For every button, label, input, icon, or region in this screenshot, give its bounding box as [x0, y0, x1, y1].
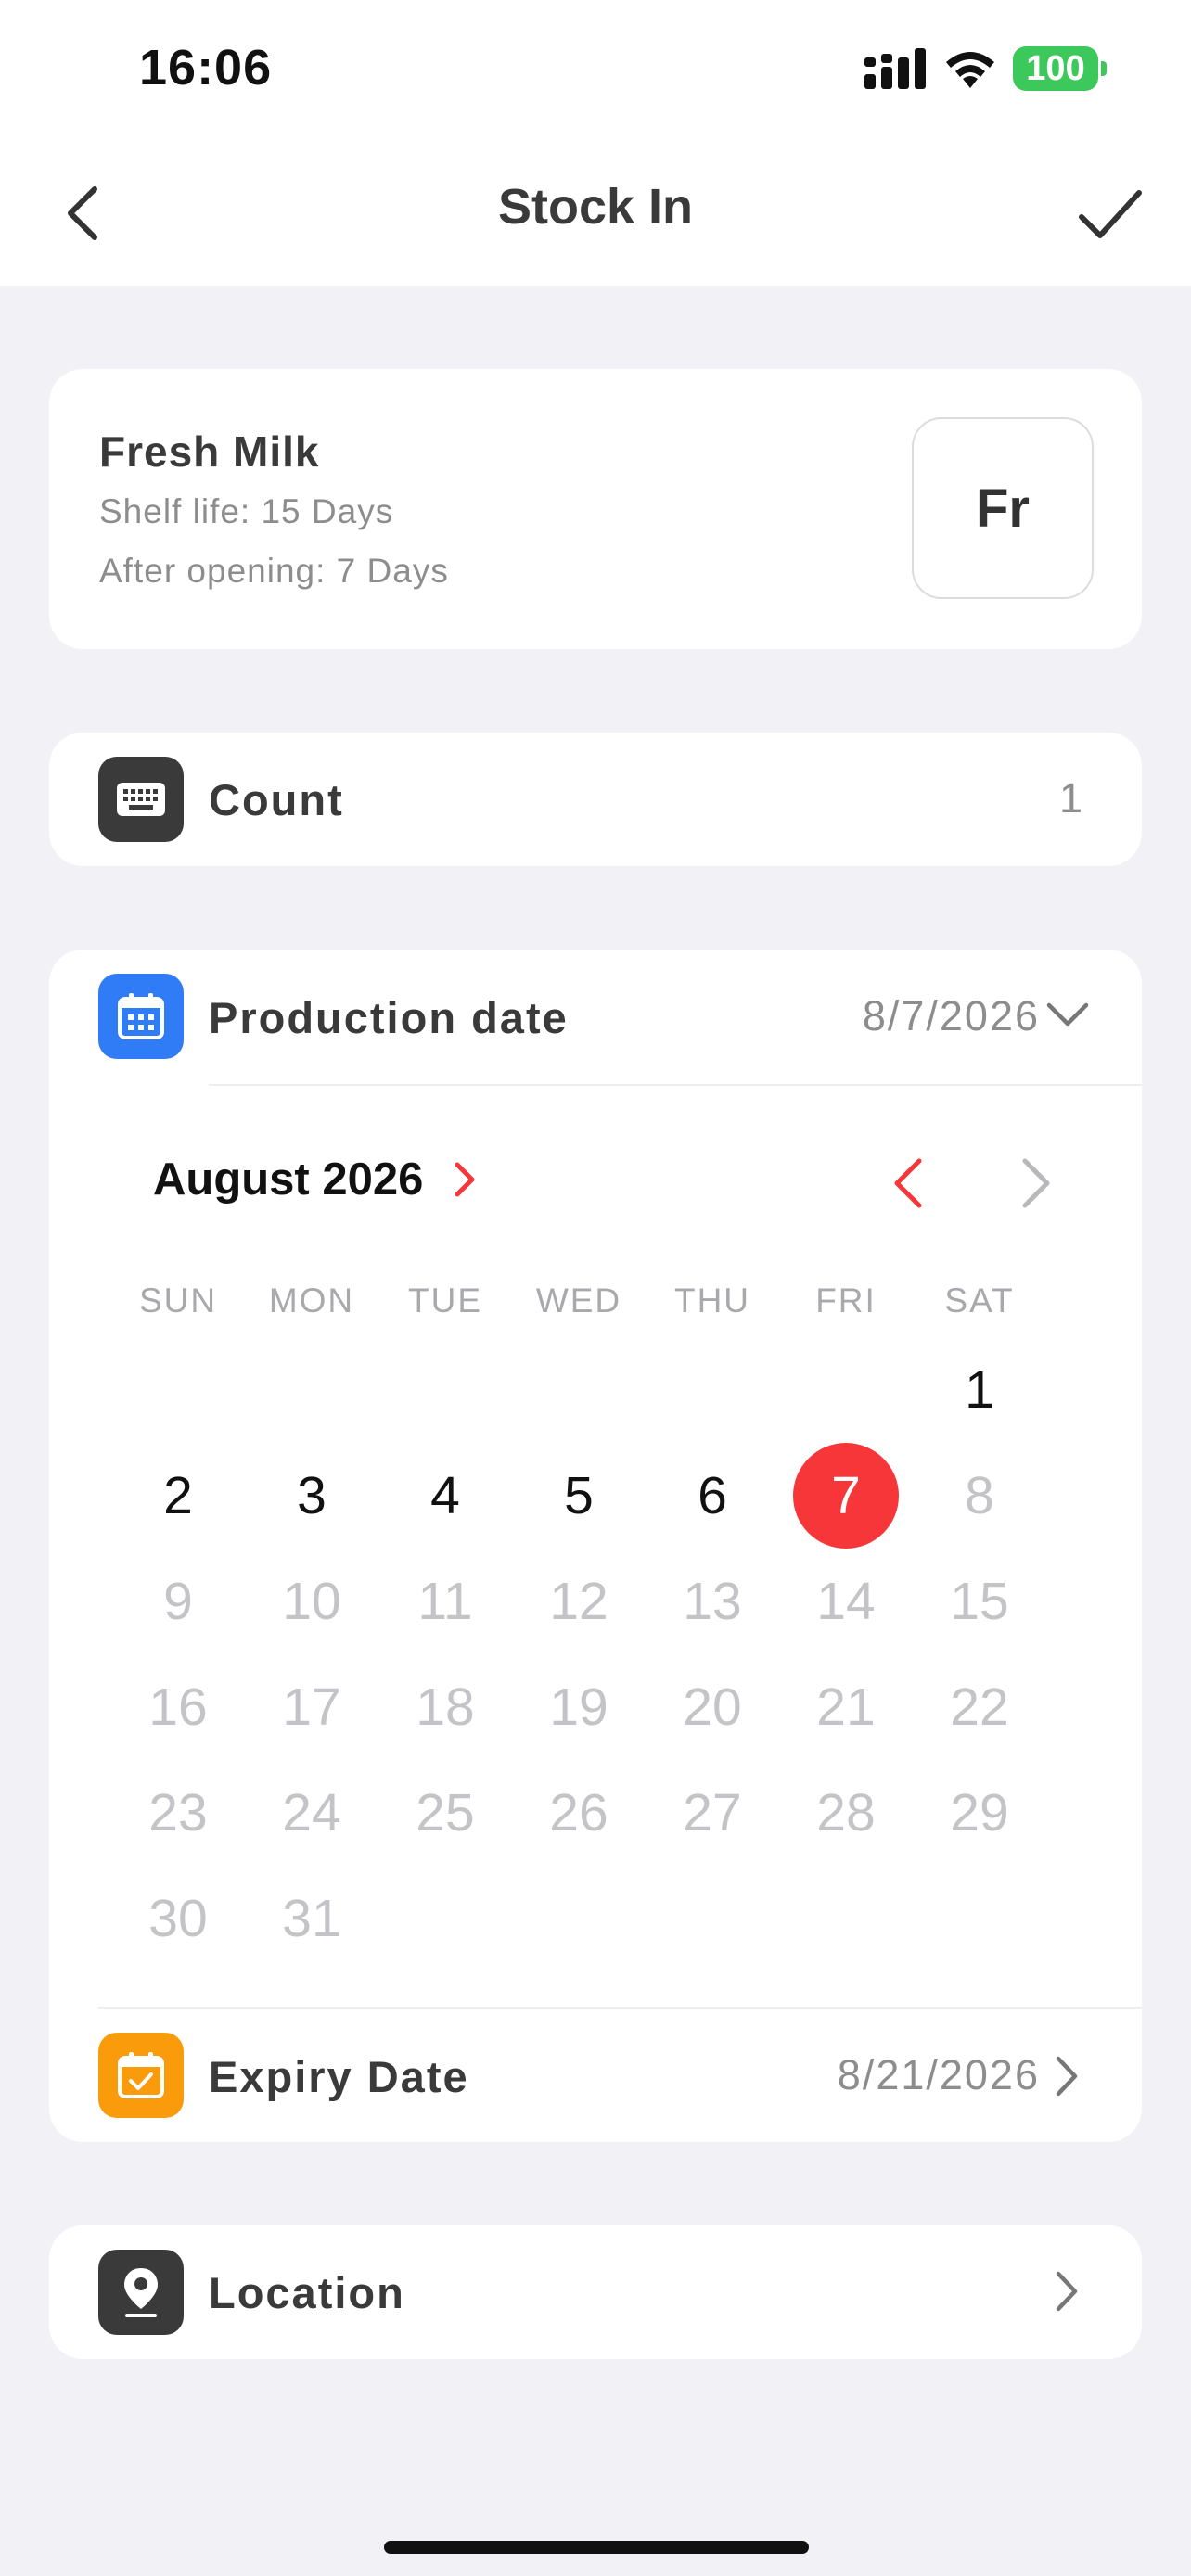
- calendar-empty-cell: [646, 1337, 779, 1443]
- calendar-day[interactable]: 3: [245, 1443, 378, 1549]
- calendar-month-label[interactable]: August 2026: [153, 1154, 423, 1205]
- battery-indicator: 100: [1013, 46, 1107, 91]
- calendar-day[interactable]: 1: [913, 1337, 1046, 1443]
- calendar-day: 23: [148, 1783, 208, 1843]
- calendar-day: 27: [683, 1783, 742, 1843]
- calendar-day: 15: [950, 1572, 1009, 1631]
- count-row[interactable]: Count 1: [49, 733, 1142, 866]
- count-label: Count: [209, 775, 344, 824]
- product-after-opening: After opening: 7 Days: [99, 552, 449, 590]
- weekday-label: SUN: [138, 1282, 218, 1320]
- calendar-day: 28: [816, 1783, 876, 1843]
- count-value[interactable]: 1: [1059, 774, 1084, 823]
- calendar-day[interactable]: 5: [512, 1443, 646, 1549]
- calendar-day: 11: [417, 1572, 473, 1631]
- previous-month-button[interactable]: [884, 1155, 930, 1211]
- location-pin-icon: [98, 2250, 184, 2335]
- keyboard-icon: [98, 757, 184, 842]
- calendar-day: 29: [950, 1783, 1009, 1843]
- divider: [209, 1084, 1142, 1086]
- page-title: Stock In: [497, 179, 694, 235]
- production-date-value[interactable]: 8/7/2026: [863, 992, 1040, 1040]
- calendar-empty-cell: [245, 1337, 378, 1443]
- calendar-day[interactable]: 2: [111, 1443, 245, 1549]
- wifi-icon: [946, 52, 994, 88]
- calendar-icon: [98, 974, 184, 1059]
- date-card: Production date 8/7/2026 August 2026 SUN…: [49, 950, 1142, 2142]
- calendar-day: 24: [282, 1783, 341, 1843]
- calendar-day[interactable]: 4: [378, 1443, 512, 1549]
- calendar-empty-cell: [779, 1337, 913, 1443]
- calendar-empty-cell: [512, 1337, 646, 1443]
- calendar-day: 22: [950, 1677, 1009, 1737]
- location-label: Location: [209, 2268, 405, 2317]
- calendar-day-selected[interactable]: 7: [779, 1443, 913, 1549]
- navigation-bar: Stock In: [0, 139, 1191, 286]
- calendar-day: 10: [282, 1572, 341, 1631]
- weekday-label: MON: [268, 1282, 355, 1320]
- home-indicator: [384, 2541, 809, 2554]
- calendar-day: 30: [148, 1889, 208, 1948]
- weekday-label: THU: [673, 1282, 751, 1320]
- calendar-day[interactable]: 6: [646, 1443, 779, 1549]
- product-name: Fresh Milk: [99, 427, 320, 476]
- calendar-day: 16: [148, 1677, 208, 1737]
- calendar-day: 25: [416, 1783, 475, 1843]
- calendar-day: 26: [549, 1783, 608, 1843]
- weekday-label: WED: [535, 1282, 622, 1320]
- calendar-day: 8: [965, 1466, 994, 1525]
- chevron-right-icon[interactable]: [1053, 2268, 1081, 2315]
- chevron-down-icon[interactable]: [1042, 996, 1094, 1033]
- product-card: Fresh Milk Shelf life: 15 Days After ope…: [49, 369, 1142, 649]
- calendar-empty-cell: [378, 1337, 512, 1443]
- chevron-right-icon[interactable]: [450, 1159, 478, 1200]
- weekday-label: SAT: [944, 1282, 1015, 1320]
- status-bar: 16:06 100: [0, 0, 1191, 139]
- next-month-button[interactable]: [1014, 1155, 1060, 1211]
- expiry-date-label: Expiry Date: [209, 2052, 469, 2101]
- checkmark-icon[interactable]: [1072, 176, 1146, 250]
- calendar-weekdays: SUN MON TUE WED THU FRI SAT: [111, 1282, 1046, 1320]
- calendar-day: 21: [816, 1677, 876, 1737]
- calendar-day: 13: [683, 1572, 742, 1631]
- signal-icon: [864, 48, 926, 89]
- status-time: 16:06: [139, 40, 273, 96]
- production-date-label: Production date: [209, 993, 569, 1042]
- weekday-label: TUE: [408, 1282, 482, 1320]
- calendar-day: 18: [416, 1677, 475, 1737]
- divider: [98, 2007, 1142, 2009]
- status-icons: 100: [864, 46, 1107, 91]
- calendar-day: 12: [549, 1572, 608, 1631]
- calendar-day: 20: [683, 1677, 742, 1737]
- calendar-day: 14: [816, 1572, 876, 1631]
- calendar-check-icon: [98, 2033, 184, 2118]
- calendar-day: 19: [549, 1677, 608, 1737]
- calendar-empty-cell: [111, 1337, 245, 1443]
- product-shelf-life: Shelf life: 15 Days: [99, 492, 394, 530]
- product-thumbnail[interactable]: Fr: [912, 417, 1094, 599]
- weekday-label: FRI: [815, 1282, 877, 1320]
- chevron-right-icon[interactable]: [1053, 2053, 1081, 2099]
- calendar-day: 31: [282, 1889, 341, 1948]
- calendar-day: 9: [163, 1572, 193, 1631]
- calendar-day: 17: [282, 1677, 341, 1737]
- calendar-grid: 1 2 3 4 5 6 7 8 9 10 11 12 13 14 15 16 17 18 19 20 21 22 23 24 2…: [111, 1337, 1046, 1971]
- location-row[interactable]: Location: [49, 2225, 1142, 2359]
- expiry-date-value[interactable]: 8/21/2026: [838, 2051, 1040, 2099]
